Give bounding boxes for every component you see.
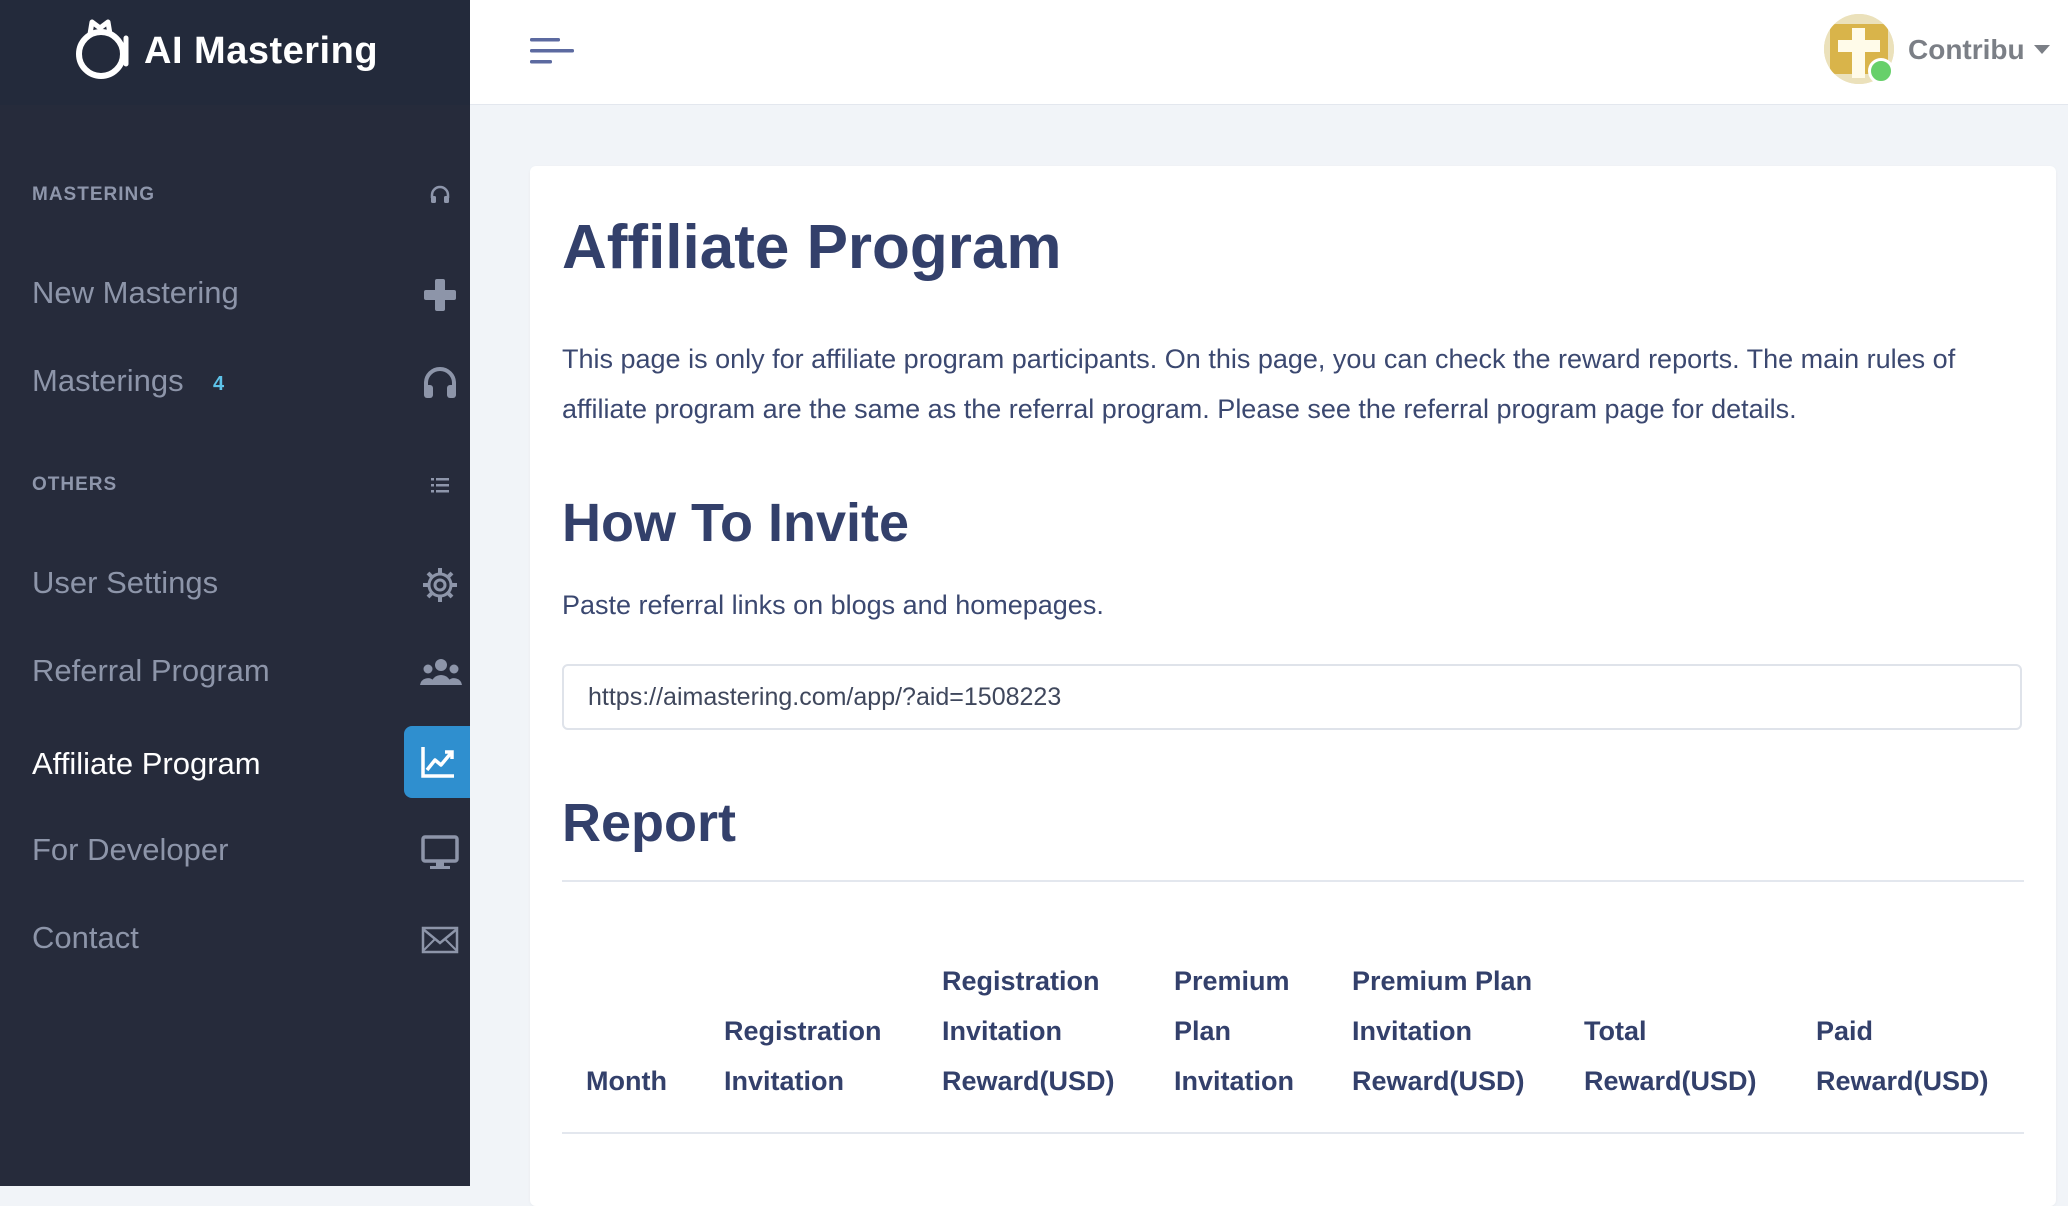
column-header-paid-reward: Paid Reward(USD) xyxy=(1816,1016,1989,1096)
column-header-premium-plan-invitation-reward: Premium Plan Invitation Reward(USD) xyxy=(1352,966,1533,1096)
column-header-total-reward: Total Reward(USD) xyxy=(1584,1016,1757,1096)
sidebar: AI Mastering MASTERING New Mastering Mas… xyxy=(0,0,470,1186)
brand[interactable]: AI Mastering xyxy=(0,0,470,105)
sidebar-item-label: New Mastering xyxy=(32,275,239,310)
column-header-month: Month xyxy=(586,1066,667,1096)
section-title-others: OTHERS xyxy=(32,474,118,495)
headphones-icon xyxy=(430,185,450,203)
column-header-registration-invitation: Registration Invitation xyxy=(724,1016,882,1096)
sidebar-item-label: For Developer xyxy=(32,832,229,867)
sidebar-item-label: Referral Program xyxy=(32,653,270,688)
how-to-invite-heading: How To Invite xyxy=(562,493,909,553)
app-logo-icon xyxy=(76,19,129,79)
sidebar-item-user-settings[interactable]: User Settings xyxy=(0,545,470,625)
sidebar-item-contact[interactable]: Contact xyxy=(0,900,470,980)
list-icon xyxy=(431,478,449,493)
envelope-icon xyxy=(421,926,459,954)
sidebar-item-label: Contact xyxy=(32,920,139,955)
sidebar-item-for-developer[interactable]: For Developer xyxy=(0,812,470,892)
section-title-mastering: MASTERING xyxy=(32,184,155,205)
content-card: Affiliate Program This page is only for … xyxy=(530,166,2056,1206)
sidebar-item-new-mastering[interactable]: New Mastering xyxy=(0,255,470,335)
menu-toggle-icon[interactable] xyxy=(530,34,574,68)
column-header-premium-plan-invitation: Premium Plan Invitation xyxy=(1174,966,1294,1096)
how-to-invite-text: Paste referral links on blogs and homepa… xyxy=(562,590,1104,620)
headphones-icon xyxy=(424,367,456,398)
page-title: Affiliate Program xyxy=(562,213,1062,282)
chevron-down-icon[interactable] xyxy=(2034,45,2050,54)
top-header: Contribu xyxy=(470,0,2068,105)
gear-icon xyxy=(423,568,457,602)
user-name[interactable]: Contribu xyxy=(1908,34,2025,66)
report-divider xyxy=(562,880,2024,882)
sidebar-item-affiliate-program[interactable]: Affiliate Program xyxy=(0,726,470,806)
sidebar-item-referral-program[interactable]: Referral Program xyxy=(0,633,470,713)
column-header-registration-invitation-reward: Registration Invitation Reward(USD) xyxy=(942,966,1115,1096)
page-description: This page is only for affiliate program … xyxy=(562,344,1956,424)
monitor-icon xyxy=(421,835,459,869)
sidebar-item-label: User Settings xyxy=(32,565,219,600)
online-status-indicator xyxy=(1868,58,1894,84)
report-table-header: Month Registration Invitation Registrati… xyxy=(562,906,2024,1106)
plus-icon xyxy=(424,279,456,311)
sidebar-item-label: Masterings xyxy=(32,363,184,398)
brand-name: AI Mastering xyxy=(144,30,379,72)
chart-line-icon xyxy=(421,747,454,778)
masterings-count-badge: 4 xyxy=(213,373,225,395)
report-heading: Report xyxy=(562,793,736,853)
sidebar-item-label: Affiliate Program xyxy=(32,746,261,781)
referral-link-field[interactable] xyxy=(562,664,2022,730)
table-header-divider xyxy=(562,1132,2024,1134)
sidebar-item-masterings[interactable]: Masterings 4 xyxy=(0,343,470,423)
users-icon xyxy=(420,659,462,685)
